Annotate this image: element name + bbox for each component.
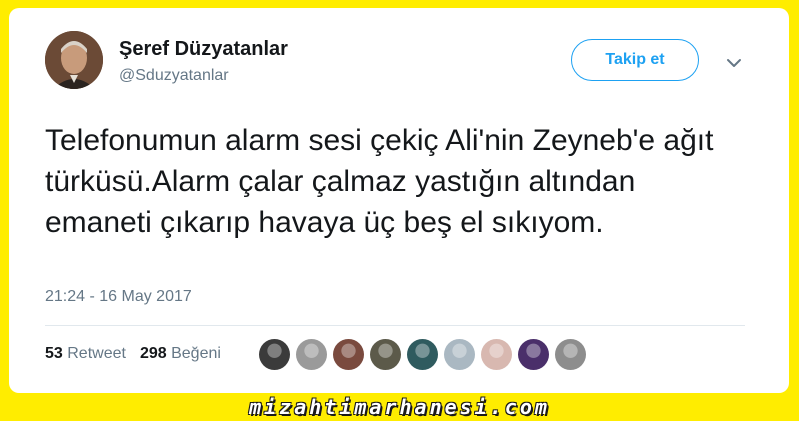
avatar[interactable] <box>45 31 103 89</box>
tweet-text: Telefonumun alarm sesi çekiç Ali'nin Zey… <box>45 124 714 239</box>
follow-button[interactable]: Takip et <box>571 39 699 81</box>
tweet-card: Şeref Düzyatanlar @Sduzyatanlar Takip et… <box>9 8 789 393</box>
like-label: Beğeni <box>171 345 221 362</box>
tweet-timestamp[interactable]: 21:24 - 16 May 2017 <box>45 288 192 306</box>
retweet-label: Retweet <box>67 345 126 362</box>
liker-avatar-3[interactable] <box>333 339 364 370</box>
liker-avatar-6[interactable] <box>444 339 475 370</box>
like-stat[interactable]: 298 Beğeni <box>140 345 221 363</box>
liker-avatar-8[interactable] <box>518 339 549 370</box>
liker-avatar-7[interactable] <box>481 339 512 370</box>
liker-avatar-1[interactable] <box>259 339 290 370</box>
liker-avatar-2[interactable] <box>296 339 327 370</box>
watermark: mizahtimarhanesi.com <box>249 395 550 419</box>
engagement-stats: 53 Retweet 298 Beğeni <box>45 345 221 363</box>
display-name[interactable]: Şeref Düzyatanlar <box>119 38 288 61</box>
divider <box>45 325 745 326</box>
chevron-down-icon[interactable] <box>723 52 745 74</box>
liker-avatar-9[interactable] <box>555 339 586 370</box>
like-count: 298 <box>139 345 167 362</box>
user-handle[interactable]: @Sduzyatanlar <box>119 67 229 85</box>
liker-avatar-5[interactable] <box>407 339 438 370</box>
retweet-stat[interactable]: 53 Retweet <box>45 345 126 363</box>
retweet-count: 53 <box>45 345 63 362</box>
avatar-portrait-icon <box>45 31 103 89</box>
liker-avatar-4[interactable] <box>370 339 401 370</box>
liker-avatars <box>259 339 586 370</box>
